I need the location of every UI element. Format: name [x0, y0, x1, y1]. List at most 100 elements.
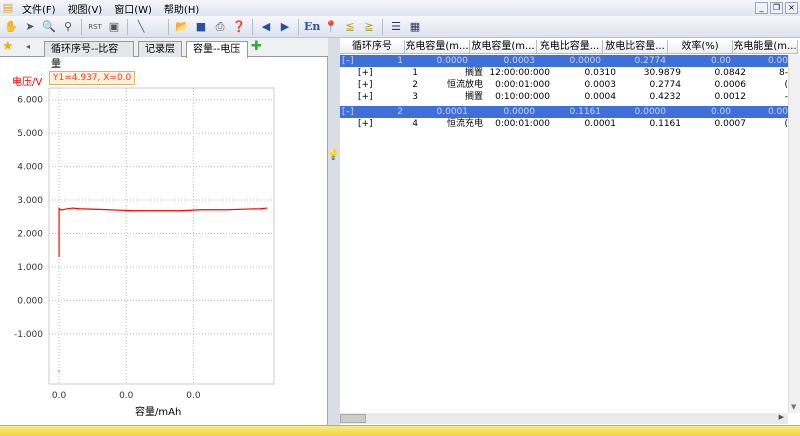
group-row[interactable]: [–] 2 0.0001 0.0000 0.1161 0.0000 0.00 0.00 [340, 106, 788, 118]
menu-window[interactable]: 窗口(W) [108, 1, 158, 16]
grid-cell: 0.0004 [584, 92, 617, 102]
grid-cell: 0.0001 [584, 119, 617, 129]
vertical-scrollbar[interactable]: ▼ [788, 55, 800, 413]
group-row[interactable]: [–] 1 0.0000 0.0003 0.0000 0.2774 0.00 0.00 [340, 55, 788, 67]
grid-cell: ( [784, 119, 788, 129]
grid-cell: 0.0001 [436, 107, 469, 117]
grid-cell: 1 [412, 68, 418, 78]
grid-cell: 0.0000 [503, 107, 536, 117]
x-tick-label: 0.0 [186, 391, 201, 401]
x-tick-label: 0.0 [119, 391, 134, 401]
help-icon[interactable]: ❓ [231, 19, 247, 35]
separator [127, 18, 128, 35]
pin-icon[interactable]: 📍 [323, 19, 339, 35]
copy-chart-icon[interactable]: ▣ [106, 19, 122, 35]
column-header[interactable]: 充电能量(m... [733, 40, 798, 54]
app-icon: ▤ [2, 1, 14, 14]
line-icon[interactable]: ╲ [133, 19, 149, 35]
grid-cell: 0.4232 [649, 92, 682, 102]
separator [298, 18, 299, 35]
grid-cell: 搁置 [464, 92, 483, 102]
grid-cell: 0:00:01:000 [495, 80, 550, 90]
grid-cell: 0.1161 [569, 107, 602, 117]
chart-pane: ★ ◂ 循环序号--比容量 记录层 容量--电压 ✚ 电压/V Y1=4.937… [0, 38, 328, 425]
table-view-icon[interactable]: ☰ [388, 19, 404, 35]
table-settings-icon[interactable]: ▦ [407, 19, 423, 35]
sort-asc-icon[interactable]: ≦ [342, 19, 358, 35]
back-arrow-icon[interactable]: ◀ [258, 19, 274, 35]
separator [81, 18, 82, 35]
y-tick-label: 5.000 [17, 129, 43, 139]
grid-cell: 0.0000 [634, 107, 667, 117]
separator [168, 18, 169, 35]
grid-cell: 12:00:00:000 [489, 68, 550, 78]
column-header[interactable]: 充电容量(m... [405, 40, 470, 54]
column-header[interactable]: 放电比容量... [603, 40, 668, 54]
y-tick-label: 4.000 [17, 163, 43, 173]
grid-cell: 30.9879 [643, 68, 681, 78]
grid-cell: 0.00 [767, 107, 788, 117]
table-row[interactable]: [+] 1 搁置 12:00:00:000 0.0310 30.9879 0.0842 8- [340, 67, 788, 79]
y-tick-label: -1.000 [14, 330, 43, 340]
grid-cell: 4 [412, 119, 418, 129]
grid-cell: 0.00 [710, 107, 731, 117]
data-grid: 循环序号 充电容量(m... 放电容量(m... 充电比容量... 放电比容量... 效率… [340, 38, 800, 425]
zoom-out-icon[interactable]: ⚲ [60, 19, 76, 35]
grid-cell: 0:10:00:000 [495, 92, 550, 102]
zoom-in-icon[interactable]: 🔍 [41, 19, 57, 35]
table-row[interactable]: [+] 2 恒流放电 0:00:01:000 0.0003 0.2774 0.0006( [340, 79, 788, 91]
forward-arrow-icon[interactable]: ▶ [277, 19, 293, 35]
menu-file[interactable]: 文件(F) [16, 1, 62, 16]
column-header[interactable]: 放电容量(m... [470, 40, 537, 54]
separator [252, 18, 253, 35]
status-bar [0, 425, 800, 436]
close-button[interactable]: × [785, 2, 798, 14]
grid-cell: ( [784, 80, 788, 90]
menu-help[interactable]: 帮助(H) [158, 1, 205, 16]
rst-icon[interactable]: RST [87, 19, 103, 35]
sort-desc-icon[interactable]: ≧ [361, 19, 377, 35]
plot-frame [48, 87, 275, 385]
column-header[interactable]: 效率(%) [668, 40, 733, 54]
separator [382, 18, 383, 35]
horizontal-scrollbar[interactable]: ▶ [340, 413, 788, 424]
print-icon[interactable]: ⎙ [212, 19, 228, 35]
grid-cell: 0.0003 [584, 80, 617, 90]
grid-cell: 0.0000 [436, 56, 469, 66]
restore-button[interactable]: ❐ [770, 2, 783, 14]
column-header[interactable]: 充电比容量... [537, 40, 603, 54]
minimize-button[interactable]: _ [755, 2, 768, 14]
data-point [58, 370, 61, 372]
grid-cell: 0.0842 [714, 68, 747, 78]
open-folder-icon[interactable]: 📂 [174, 19, 190, 35]
scroll-down-icon[interactable]: ▼ [791, 403, 796, 411]
table-row[interactable]: [+] 4 恒流充电 0:00:01:000 0.0001 0.1161 0.0007( [340, 118, 788, 130]
pane-splitter[interactable]: 💡 [327, 38, 340, 425]
grid-cell: 恒流充电 [446, 119, 483, 129]
menu-view[interactable]: 视图(V) [62, 1, 109, 16]
voltage-capacity-chart[interactable]: 6.000 5.000 4.000 3.000 2.000 1.000 0.000 -1.00… [0, 38, 328, 425]
grid-cell: 0.00 [710, 56, 731, 66]
y-tick-label: 1.000 [17, 263, 43, 273]
grid-cell: 恒流放电 [446, 80, 483, 90]
grid-cell: - [784, 92, 788, 102]
column-header[interactable]: 循环序号 [340, 40, 405, 54]
grid-cell: 1 [397, 56, 403, 66]
x-axis-label: 容量/mAh [135, 407, 182, 418]
hand-icon[interactable]: ✋ [3, 19, 19, 35]
pointer-icon[interactable]: ➤ [22, 19, 38, 35]
grid-cell: 3 [412, 92, 418, 102]
toolbar: ✋ ➤ 🔍 ⚲ RST ▣ ╲ 📂 ■ ⎙ ❓ ◀ ▶ En 📍 ≦ ≧ ☰ ▦ [0, 16, 800, 38]
grid-cell: 0.0007 [714, 119, 747, 129]
grid-cell: 8- [779, 68, 788, 78]
table-row[interactable]: [+] 3 搁置 0:10:00:000 0.0004 0.4232 0.0012- [340, 91, 788, 103]
save-icon[interactable]: ■ [193, 19, 209, 35]
y-tick-label: 0.000 [17, 296, 43, 306]
menu-bar: ▤ 文件(F) 视图(V) 窗口(W) 帮助(H) [0, 0, 800, 16]
scroll-right-icon[interactable]: ▶ [779, 413, 784, 421]
grid-cell: 2 [412, 80, 418, 90]
en-language-icon[interactable]: En [304, 19, 320, 35]
scrollbar-thumb[interactable] [340, 414, 366, 423]
y-tick-label: 3.000 [17, 196, 43, 206]
y-tick-label: 6.000 [17, 96, 43, 106]
